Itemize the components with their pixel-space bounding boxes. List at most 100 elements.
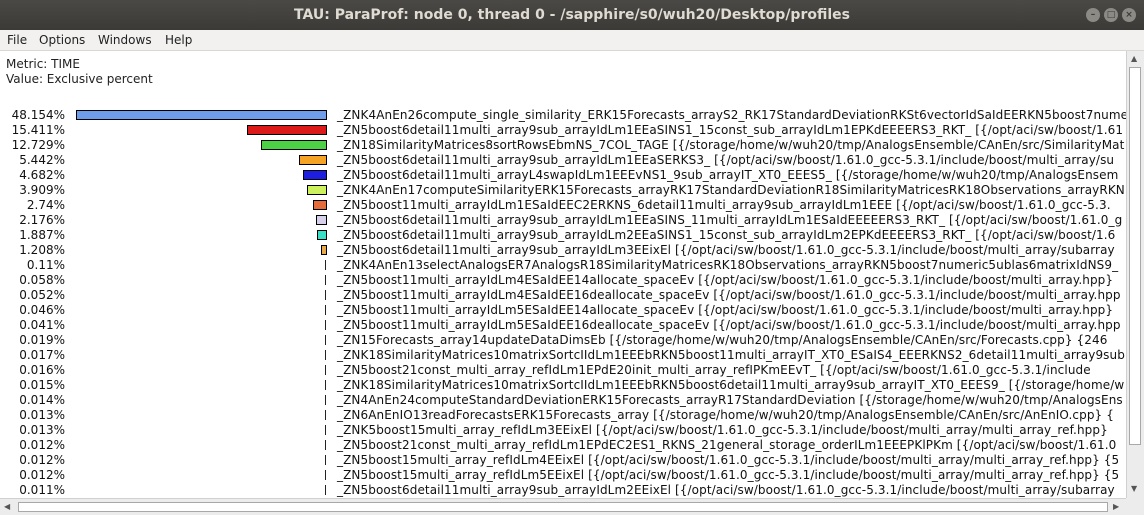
function-name[interactable]: _ZN4AnEn24computeStandardDeviationERK15F…: [337, 393, 1123, 408]
value-label: Value: Exclusive percent: [6, 72, 153, 86]
percent-bar[interactable]: [325, 440, 326, 450]
percent-bar[interactable]: [299, 155, 327, 165]
function-name[interactable]: _ZN5boost6detail11multi_array9sub_arrayI…: [337, 483, 1115, 498]
function-row[interactable]: 0.016% _ZN5boost21const_multi_array_refId…: [0, 363, 1126, 378]
percent-bar[interactable]: [325, 275, 326, 285]
menu-file[interactable]: File: [7, 30, 27, 50]
scrollbar-corner: [1126, 498, 1144, 515]
percent-bar[interactable]: [325, 455, 326, 465]
menu-windows[interactable]: Windows: [98, 30, 152, 50]
function-row[interactable]: 3.909% _ZNK4AnEn17computeSimilarityERK15F…: [0, 183, 1126, 198]
function-row[interactable]: 2.74% _ZN5boost11multi_arrayIdLm1ESaIdEEC…: [0, 198, 1126, 213]
scroll-up-icon[interactable]: ▲: [1131, 54, 1137, 64]
vertical-scrollbar[interactable]: ▲ ▼: [1126, 51, 1144, 498]
percent-bar[interactable]: [325, 425, 326, 435]
function-name[interactable]: _ZNK4AnEn17computeSimilarityERK15Forecas…: [337, 183, 1125, 198]
function-row[interactable]: 0.019% _ZN15Forecasts_array14updateDataDi…: [0, 333, 1126, 348]
function-name[interactable]: _ZN5boost6detail11multi_array9sub_arrayI…: [337, 243, 1115, 258]
function-name[interactable]: _ZN5boost15multi_array_refIdLm5EEixEl [{…: [337, 468, 1119, 483]
percent-bar[interactable]: [325, 350, 326, 360]
vertical-scroll-thumb[interactable]: [1129, 67, 1141, 445]
percent-bar[interactable]: [325, 485, 326, 495]
percent-bar[interactable]: [325, 335, 326, 345]
percent-bar[interactable]: [307, 185, 327, 195]
scroll-left-icon[interactable]: ◀: [4, 502, 10, 512]
horizontal-scrollbar[interactable]: ◀ ▶: [0, 498, 1126, 515]
function-row[interactable]: 12.729% _ZN18SimilarityMatrices8sortRowsE…: [0, 138, 1126, 153]
function-name[interactable]: _ZN5boost21const_multi_array_refIdLm1EPd…: [337, 363, 1091, 378]
function-row[interactable]: 0.11% _ZNK4AnEn13selectAnalogsER7AnalogsR…: [0, 258, 1126, 273]
function-name[interactable]: _ZN5boost6detail11multi_array9sub_arrayI…: [337, 153, 1114, 168]
percent-bar[interactable]: [325, 290, 326, 300]
percent-label: 4.682%: [19, 168, 65, 182]
function-name[interactable]: _ZN6AnEnIO13readForecastsERK15Forecasts_…: [337, 408, 1114, 423]
percent-label: 0.012%: [19, 453, 65, 467]
percent-bar[interactable]: [313, 200, 327, 210]
function-name[interactable]: _ZNK5boost15multi_array_refIdLm3EEixEl […: [337, 423, 1108, 438]
function-row[interactable]: 0.014% _ZN4AnEn24computeStandardDeviation…: [0, 393, 1126, 408]
function-name[interactable]: _ZN5boost6detail11multi_array9sub_arrayI…: [337, 228, 1115, 243]
percent-bar[interactable]: [325, 365, 326, 375]
percent-bar[interactable]: [325, 260, 326, 270]
function-name[interactable]: _ZN5boost11multi_arrayIdLm4ESaIdEE16deal…: [337, 288, 1121, 303]
function-name[interactable]: _ZN5boost6detail11multi_arrayL4swapIdLm1…: [337, 168, 1118, 183]
percent-bar[interactable]: [325, 470, 326, 480]
percent-bar[interactable]: [261, 140, 327, 150]
scroll-down-icon[interactable]: ▼: [1131, 484, 1137, 494]
function-row[interactable]: 0.052% _ZN5boost11multi_arrayIdLm4ESaIdEE…: [0, 288, 1126, 303]
function-row[interactable]: 2.176% _ZN5boost6detail11multi_array9sub_…: [0, 213, 1126, 228]
function-name[interactable]: _ZN5boost11multi_arrayIdLm5ESaIdEE16deal…: [337, 318, 1121, 333]
function-row[interactable]: 15.411% _ZN5boost6detail11multi_array9sub…: [0, 123, 1126, 138]
function-row[interactable]: 0.013% _ZN6AnEnIO13readForecastsERK15Fore…: [0, 408, 1126, 423]
function-row[interactable]: 0.013% _ZNK5boost15multi_array_refIdLm3EE…: [0, 423, 1126, 438]
percent-label: 0.046%: [19, 303, 65, 317]
function-row[interactable]: 0.017% _ZNK18SimilarityMatrices10matrixSo…: [0, 348, 1126, 363]
function-row[interactable]: 0.046% _ZN5boost11multi_arrayIdLm5ESaIdEE…: [0, 303, 1126, 318]
function-row[interactable]: 48.154% _ZNK4AnEn26compute_single_similar…: [0, 108, 1126, 123]
menu-help[interactable]: Help: [165, 30, 192, 50]
function-row[interactable]: 0.041% _ZN5boost11multi_arrayIdLm5ESaIdEE…: [0, 318, 1126, 333]
function-name[interactable]: _ZN5boost21const_multi_array_refIdLm1EPd…: [337, 438, 1116, 453]
function-name[interactable]: _ZNK4AnEn26compute_single_similarity_ERK…: [337, 108, 1126, 123]
function-name[interactable]: _ZN5boost6detail11multi_array9sub_arrayI…: [337, 213, 1122, 228]
percent-bar[interactable]: [321, 245, 327, 255]
function-row[interactable]: 0.015% _ZNK18SimilarityMatrices10matrixSo…: [0, 378, 1126, 393]
function-name[interactable]: _ZN5boost11multi_arrayIdLm5ESaIdEE14allo…: [337, 303, 1113, 318]
function-name[interactable]: _ZNK4AnEn13selectAnalogsER7AnalogsR18Sim…: [337, 258, 1118, 273]
percent-bar[interactable]: [247, 125, 327, 135]
function-name[interactable]: _ZN18SimilarityMatrices8sortRowsEbmNS_7C…: [337, 138, 1124, 153]
percent-label: 0.011%: [19, 483, 65, 497]
percent-bar[interactable]: [316, 215, 327, 225]
percent-bar[interactable]: [325, 320, 326, 330]
function-name[interactable]: _ZNK18SimilarityMatrices10matrixSortcIId…: [337, 348, 1125, 363]
horizontal-scroll-thumb[interactable]: [18, 502, 1108, 512]
function-row[interactable]: 4.682% _ZN5boost6detail11multi_arrayL4swa…: [0, 168, 1126, 183]
percent-bar[interactable]: [317, 230, 327, 240]
function-row[interactable]: 0.012% _ZN5boost21const_multi_array_refId…: [0, 438, 1126, 453]
function-row[interactable]: 1.887% _ZN5boost6detail11multi_array9sub_…: [0, 228, 1126, 243]
function-name[interactable]: _ZN15Forecasts_array14updateDataDimsEb […: [337, 333, 1107, 348]
percent-bar[interactable]: [325, 305, 326, 315]
function-name[interactable]: _ZN5boost6detail11multi_array9sub_arrayI…: [337, 123, 1123, 138]
percent-bar[interactable]: [325, 410, 326, 420]
function-row[interactable]: 0.058% _ZN5boost11multi_arrayIdLm4ESaIdEE…: [0, 273, 1126, 288]
function-name[interactable]: _ZN5boost11multi_arrayIdLm4ESaIdEE14allo…: [337, 273, 1113, 288]
function-name[interactable]: _ZNK18SimilarityMatrices10matrixSortcIId…: [337, 378, 1124, 393]
percent-bar[interactable]: [325, 395, 326, 405]
scroll-right-icon[interactable]: ▶: [1113, 502, 1119, 512]
percent-bar[interactable]: [325, 380, 326, 390]
function-row[interactable]: 0.012% _ZN5boost15multi_array_refIdLm5EEi…: [0, 468, 1126, 483]
function-row[interactable]: 5.442% _ZN5boost6detail11multi_array9sub_…: [0, 153, 1126, 168]
function-row[interactable]: 0.011% _ZN5boost6detail11multi_array9sub_…: [0, 483, 1126, 498]
function-row[interactable]: 1.208% _ZN5boost6detail11multi_array9sub_…: [0, 243, 1126, 258]
percent-label: 3.909%: [19, 183, 65, 197]
function-row[interactable]: 0.012% _ZN5boost15multi_array_refIdLm4EEi…: [0, 453, 1126, 468]
maximize-icon[interactable]: □: [1104, 8, 1118, 22]
menu-options[interactable]: Options: [39, 30, 85, 50]
percent-bar[interactable]: [303, 170, 327, 180]
function-name[interactable]: _ZN5boost11multi_arrayIdLm1ESaIdEEC2ERKN…: [337, 198, 1111, 213]
percent-bar[interactable]: [76, 110, 327, 120]
close-icon[interactable]: ×: [1122, 8, 1136, 22]
minimize-icon[interactable]: –: [1086, 8, 1100, 22]
function-name[interactable]: _ZN5boost15multi_array_refIdLm4EEixEl [{…: [337, 453, 1119, 468]
